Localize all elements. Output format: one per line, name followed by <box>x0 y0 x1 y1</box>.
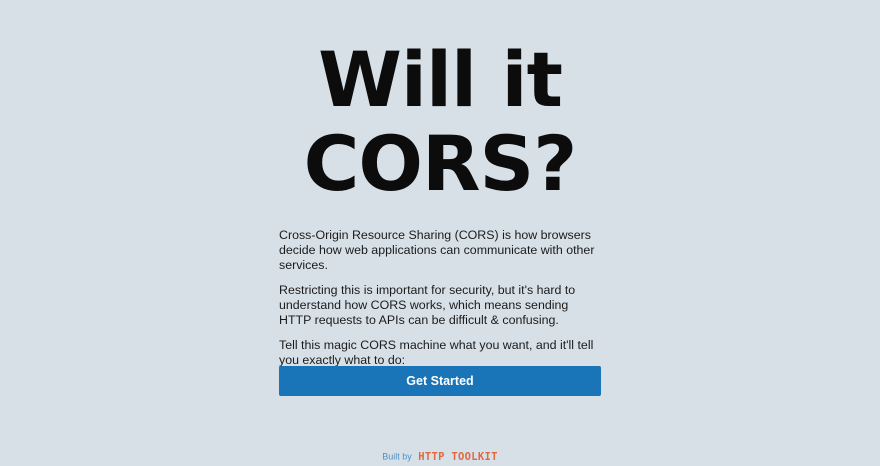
footer: Built by HTTP TOOLKIT <box>0 449 880 464</box>
built-by-label: Built by <box>382 451 412 462</box>
intro-paragraph: Restricting this is important for securi… <box>279 283 576 327</box>
title-line-1: Will it <box>318 35 563 124</box>
http-toolkit-logo-link[interactable]: HTTP TOOLKIT <box>418 450 497 464</box>
page-title: Will it CORS? <box>0 38 880 206</box>
intro-paragraph: Tell this magic CORS machine what you wa… <box>279 338 594 367</box>
get-started-button[interactable]: Get Started <box>279 366 601 396</box>
intro-paragraph: Cross-Origin Resource Sharing (CORS) is … <box>279 228 595 272</box>
page: Will it CORS? Cross-Origin Resource Shar… <box>0 0 880 466</box>
title-line-2: CORS? <box>303 119 578 208</box>
intro-text: Cross-Origin Resource Sharing (CORS) is … <box>279 228 601 378</box>
